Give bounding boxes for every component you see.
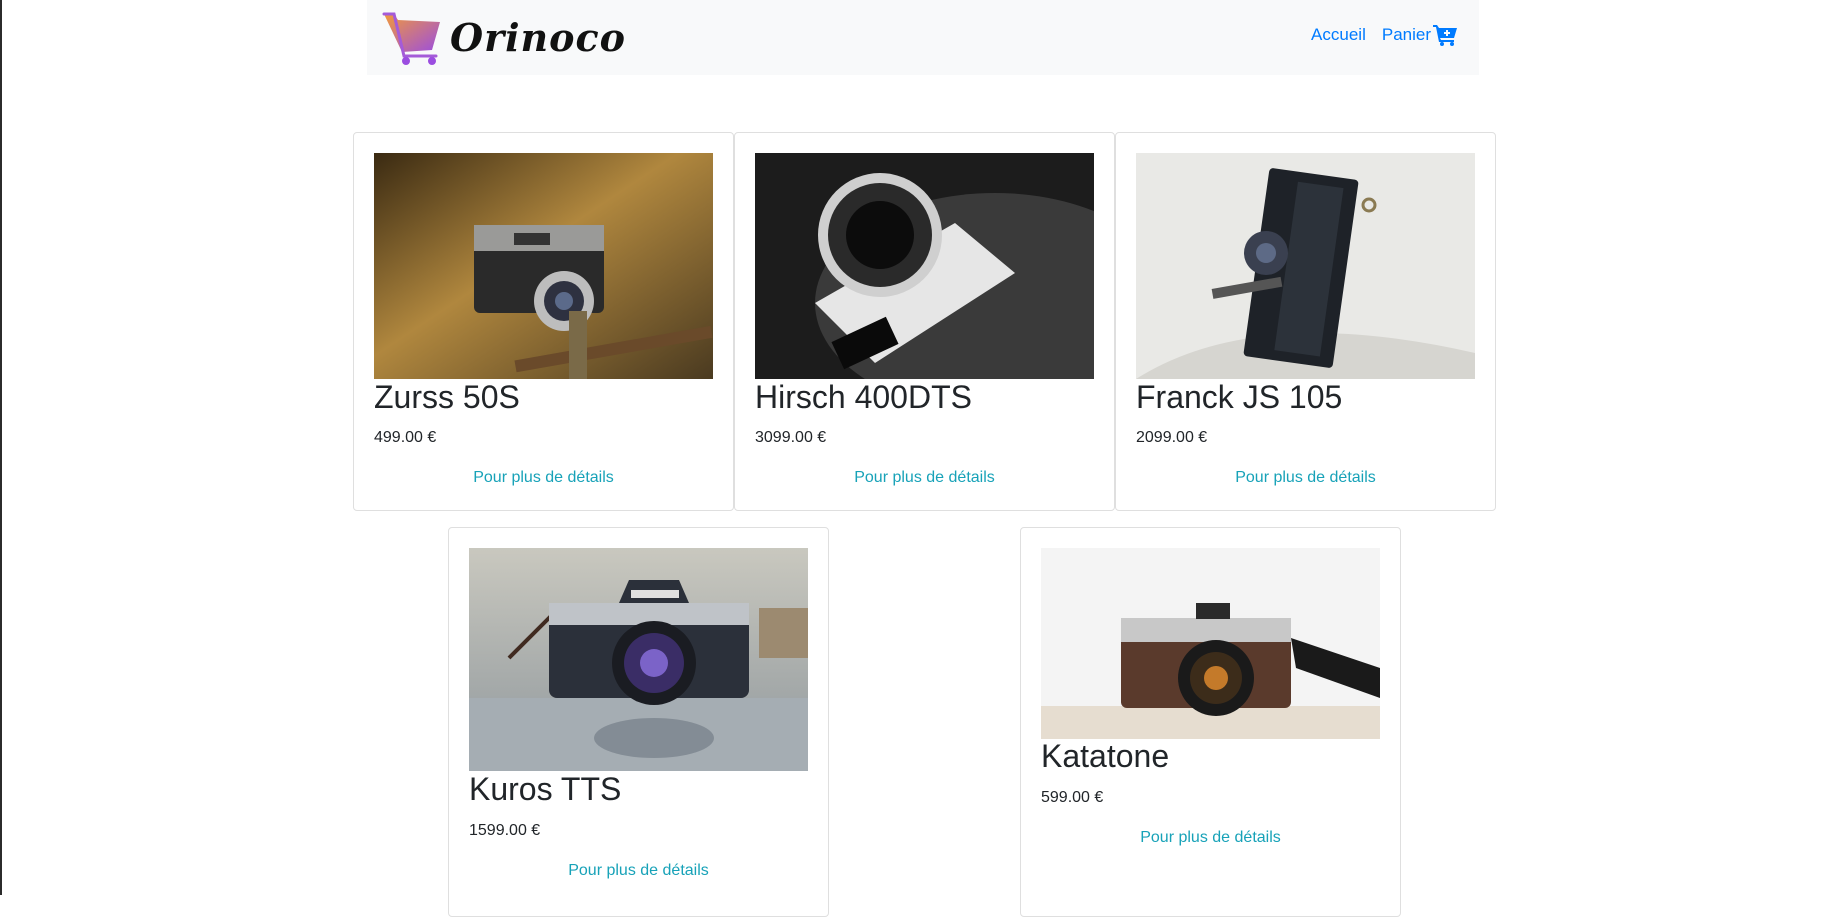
product-price: 2099.00 € — [1136, 429, 1208, 446]
product-name: Kuros TTS — [469, 771, 622, 807]
product-details-link[interactable]: Pour plus de détails — [1021, 829, 1400, 847]
brand-home-link[interactable]: Orinoco — [382, 10, 626, 66]
brand-name: Orinoco — [450, 15, 627, 60]
product-card: Hirsch 400DTS 3099.00 € Pour plus de dét… — [734, 132, 1115, 511]
product-image — [469, 548, 808, 771]
product-name: Katatone — [1041, 738, 1170, 774]
product-image — [374, 153, 713, 379]
product-card: Katatone 599.00 € Pour plus de détails — [1020, 527, 1401, 917]
product-price: 499.00 € — [374, 429, 437, 446]
product-price: 599.00 € — [1041, 789, 1104, 806]
product-image — [1136, 153, 1475, 379]
product-details-link[interactable]: Pour plus de détails — [354, 469, 733, 487]
cart-plus-icon — [1433, 25, 1457, 46]
product-price: 3099.00 € — [755, 429, 827, 446]
product-card: Franck JS 105 2099.00 € Pour plus de dét… — [1115, 132, 1496, 511]
window-edge — [0, 0, 2, 895]
product-image — [755, 153, 1094, 379]
product-card: Kuros TTS 1599.00 € Pour plus de détails — [448, 527, 829, 917]
nav-links: Accueil Panier — [1311, 24, 1457, 46]
product-name: Franck JS 105 — [1136, 379, 1343, 415]
product-price: 1599.00 € — [469, 822, 541, 839]
nav-cart-link[interactable]: Panier — [1382, 24, 1457, 46]
nav-cart-label: Panier — [1381, 25, 1431, 44]
product-name: Hirsch 400DTS — [755, 379, 972, 415]
navbar: Orinoco Accueil Panier — [367, 0, 1479, 75]
product-card: Zurss 50S 499.00 € Pour plus de détails — [353, 132, 734, 511]
product-name: Zurss 50S — [374, 379, 520, 415]
product-details-link[interactable]: Pour plus de détails — [735, 469, 1114, 487]
nav-home-link[interactable]: Accueil — [1311, 25, 1366, 45]
product-details-link[interactable]: Pour plus de détails — [1116, 469, 1495, 487]
product-details-link[interactable]: Pour plus de détails — [449, 862, 828, 880]
product-image — [1041, 548, 1380, 739]
shopping-cart-logo-icon — [382, 12, 440, 65]
